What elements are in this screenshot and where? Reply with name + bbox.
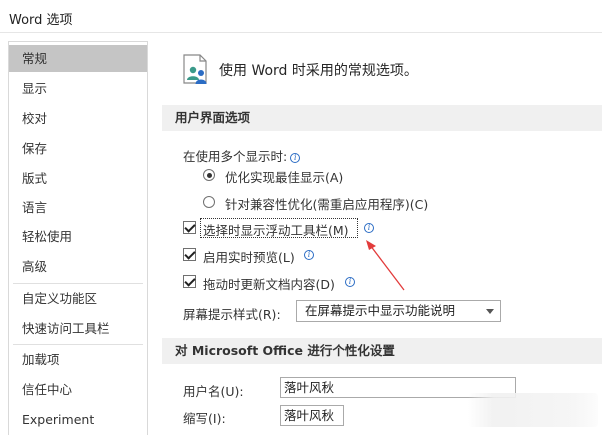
update-on-drag-checkbox[interactable] <box>183 275 196 288</box>
live-preview-checkbox-label[interactable]: 启用实时预览(L) <box>203 247 295 266</box>
info-icon[interactable]: i <box>304 250 314 260</box>
multi-display-label-text: 在使用多个显示时: <box>183 149 288 164</box>
window-titlebar: Word 选项 <box>0 0 602 33</box>
live-preview-checkbox[interactable] <box>183 248 196 261</box>
sidebar-item-quick-access-toolbar[interactable]: 快速访问工具栏 <box>9 315 147 342</box>
sidebar-item-accessibility[interactable]: 轻松使用 <box>9 223 147 250</box>
personalize-section-title: 对 Microsoft Office 进行个性化设置 <box>162 338 602 364</box>
info-icon[interactable]: i <box>364 223 374 233</box>
sidebar-item-layout[interactable]: 版式 <box>9 165 147 192</box>
sidebar-item-proofing[interactable]: 校对 <box>9 105 147 132</box>
sidebar-item-add-ins[interactable]: 加载项 <box>9 346 147 373</box>
watermark-blur <box>468 393 598 427</box>
compatibility-radio[interactable] <box>203 196 215 208</box>
update-on-drag-checkbox-label[interactable]: 拖动时更新文档内容(D) <box>203 274 335 293</box>
initials-input[interactable]: 落叶风秋 <box>280 405 344 426</box>
sidebar-item-general[interactable]: 常规 <box>9 45 147 72</box>
screentip-style-value: 在屏幕提示中显示功能说明 <box>305 303 456 318</box>
username-label: 用户名(U): <box>183 384 244 399</box>
multi-display-label: 在使用多个显示时: i <box>183 146 301 165</box>
sidebar-divider <box>13 344 143 345</box>
chevron-down-icon <box>486 309 494 314</box>
sidebar-item-language[interactable]: 语言 <box>9 194 147 221</box>
initials-label: 缩写(I): <box>183 411 226 426</box>
ui-options-section-title: 用户界面选项 <box>162 105 602 131</box>
general-options-icon <box>183 54 207 84</box>
sidebar-item-display[interactable]: 显示 <box>9 75 147 102</box>
sidebar-divider <box>13 283 143 284</box>
optimize-display-radio[interactable] <box>203 169 215 181</box>
screentip-style-label: 屏幕提示样式(R): <box>183 307 281 322</box>
screentip-style-select[interactable]: 在屏幕提示中显示功能说明 <box>296 300 501 322</box>
compatibility-radio-label[interactable]: 针对兼容性优化(需重启应用程序)(C) <box>225 194 428 213</box>
sidebar-item-experiment[interactable]: Experiment <box>9 406 147 433</box>
mini-toolbar-checkbox-label[interactable]: 选择时显示浮动工具栏(M) <box>203 220 349 239</box>
general-options-panel: 使用 Word 时采用的常规选项。 用户界面选项 在使用多个显示时: i 优化实现… <box>154 41 602 435</box>
info-icon[interactable]: i <box>290 153 301 163</box>
mini-toolbar-checkbox[interactable] <box>183 221 196 234</box>
sidebar-item-customize-ribbon[interactable]: 自定义功能区 <box>9 285 147 312</box>
sidebar-item-advanced[interactable]: 高级 <box>9 253 147 280</box>
optimize-display-radio-label[interactable]: 优化实现最佳显示(A) <box>225 167 343 186</box>
sidebar-item-save[interactable]: 保存 <box>9 135 147 162</box>
window-title: Word 选项 <box>9 13 73 28</box>
info-icon[interactable]: i <box>345 277 355 287</box>
page-header-text: 使用 Word 时采用的常规选项。 <box>219 63 418 79</box>
options-category-sidebar: 常规 显示 校对 保存 版式 语言 轻松使用 高级 自定义功能区 快速访问工具栏… <box>8 41 148 435</box>
sidebar-item-trust-center[interactable]: 信任中心 <box>9 376 147 403</box>
